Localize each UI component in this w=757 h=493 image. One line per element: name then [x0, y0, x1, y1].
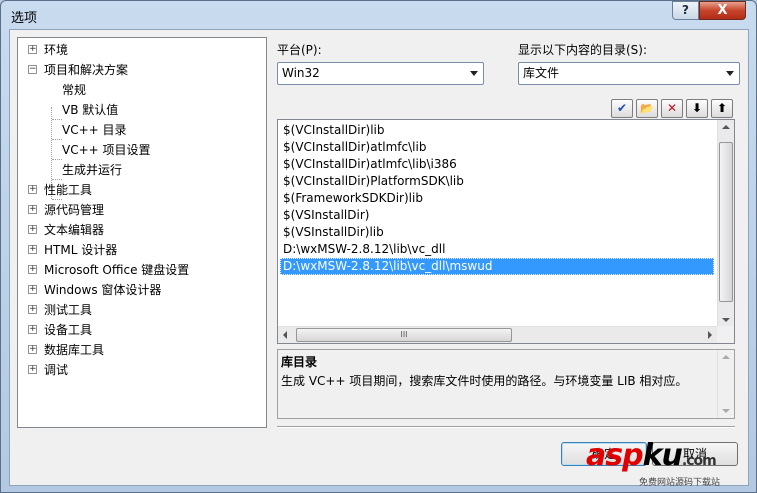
tree-item-label: HTML 设计器	[44, 243, 118, 257]
expand-icon[interactable]: +	[28, 45, 37, 54]
tree-connector	[52, 119, 62, 120]
help-button[interactable]: ?	[672, 1, 699, 20]
collapse-icon[interactable]: −	[28, 65, 37, 74]
tree-item-label: VC++ 目录	[62, 123, 127, 137]
scroll-up-icon[interactable]	[722, 355, 730, 359]
watermark-suffix: .com	[681, 453, 717, 469]
watermark-subtitle: 免费网站源码下载站	[639, 478, 721, 488]
move-down-button[interactable]: ⬇	[686, 99, 708, 118]
list-item[interactable]: D:\wxMSW-2.8.12\lib\vc_dll	[280, 241, 714, 258]
tree-item-label: 项目和解决方案	[44, 63, 129, 77]
list-vertical-scrollbar[interactable]	[717, 120, 734, 327]
scroll-thumb[interactable]: III	[296, 328, 512, 342]
dropdown-arrow-icon	[470, 71, 478, 76]
scroll-left-icon[interactable]	[283, 331, 287, 339]
scroll-thumb[interactable]	[719, 142, 733, 302]
expand-icon[interactable]: +	[28, 185, 37, 194]
description-panel: 库目录 生成 VC++ 项目期间，搜索库文件时使用的路径。与环境变量 LIB 相…	[277, 349, 735, 419]
scroll-right-icon[interactable]	[708, 331, 712, 339]
platform-combo[interactable]: Win32	[277, 62, 484, 85]
scroll-down-icon[interactable]	[722, 318, 730, 322]
expand-icon[interactable]: +	[28, 225, 37, 234]
delete-button[interactable]: ✕	[661, 99, 683, 118]
directories-combo[interactable]: 库文件	[518, 62, 740, 85]
list-item[interactable]: $(VCInstallDir)atlmfc\lib\i386	[280, 156, 714, 173]
folder-icon: 📂	[640, 102, 654, 115]
expand-icon[interactable]: +	[28, 245, 37, 254]
tree-connector	[52, 159, 62, 160]
list-item[interactable]: $(VCInstallDir)lib	[280, 122, 714, 139]
options-dialog: 选项 ? X + 环境 − 项目和解决方案 常规 VB 默认值 VC++ 目录 …	[0, 0, 757, 493]
arrow-down-icon: ⬇	[691, 101, 703, 115]
list-item[interactable]: $(VSInstallDir)	[280, 207, 714, 224]
tree-item-label: 数据库工具	[44, 343, 105, 357]
tree-item-label: 源代码管理	[44, 203, 105, 217]
divider	[277, 426, 735, 428]
scroll-up-icon[interactable]	[722, 125, 730, 129]
expand-icon[interactable]: +	[28, 285, 37, 294]
browse-folder-button[interactable]: 📂	[636, 99, 658, 118]
tree-item-label: 性能工具	[44, 183, 93, 197]
list-item-selected[interactable]: D:\wxMSW-2.8.12\lib\vc_dll\mswud	[280, 258, 714, 275]
tree-item-label: 生成并运行	[62, 163, 123, 177]
tree-connector	[52, 139, 62, 140]
dropdown-arrow-icon	[726, 71, 734, 76]
new-line-button[interactable]: ✔	[611, 99, 633, 118]
arrow-up-icon: ⬆	[716, 101, 728, 115]
platform-value: Win32	[282, 66, 320, 80]
close-button[interactable]: X	[699, 1, 746, 20]
list-item[interactable]: $(VSInstallDir)lib	[280, 224, 714, 241]
expand-icon[interactable]: +	[28, 325, 37, 334]
list-item[interactable]: $(VCInstallDir)atlmfc\lib	[280, 139, 714, 156]
tree-item-label: VC++ 项目设置	[62, 143, 151, 157]
tree-item-label: VB 默认值	[62, 103, 119, 117]
options-tree[interactable]: + 环境 − 项目和解决方案 常规 VB 默认值 VC++ 目录 VC++ 项目…	[17, 37, 267, 428]
description-text: 生成 VC++ 项目期间，搜索库文件时使用的路径。与环境变量 LIB 相对应。	[281, 374, 688, 388]
tree-item-label: Microsoft Office 键盘设置	[44, 263, 190, 277]
tree-item-label: 调试	[44, 363, 69, 377]
watermark-logo: aspku.com	[586, 438, 717, 473]
description-scrollbar[interactable]	[717, 350, 734, 418]
watermark-red: asp	[586, 438, 644, 473]
directories-value: 库文件	[523, 66, 560, 80]
tree-item-label: 测试工具	[44, 303, 93, 317]
platform-label: 平台(P):	[277, 43, 322, 57]
tree-item-label: 环境	[44, 43, 69, 57]
expand-icon[interactable]: +	[28, 305, 37, 314]
title-bar[interactable]: 选项 ? X	[1, 1, 756, 29]
list-item[interactable]: $(FrameworkSDKDir)lib	[280, 190, 714, 207]
tree-item-label: 文本编辑器	[44, 223, 105, 237]
move-up-button[interactable]: ⬆	[711, 99, 733, 118]
tree-item-label: 常规	[62, 83, 87, 97]
scrollbar-corner	[717, 326, 734, 343]
list-item[interactable]: $(VCInstallDir)PlatformSDK\lib	[280, 173, 714, 190]
tree-item-label: Windows 窗体设计器	[44, 283, 162, 297]
expand-icon[interactable]: +	[28, 205, 37, 214]
tree-item-label: 设备工具	[44, 323, 93, 337]
delete-icon: ✕	[666, 101, 678, 115]
list-horizontal-scrollbar[interactable]: III	[278, 326, 717, 343]
expand-icon[interactable]: +	[28, 265, 37, 274]
watermark-black: ku	[642, 438, 683, 473]
checkmark-icon: ✔	[616, 101, 628, 115]
expand-icon[interactable]: +	[28, 365, 37, 374]
directories-label: 显示以下内容的目录(S):	[518, 43, 648, 57]
scroll-down-icon[interactable]	[722, 409, 730, 413]
window-title: 选项	[11, 11, 38, 26]
dialog-client-area: + 环境 − 项目和解决方案 常规 VB 默认值 VC++ 目录 VC++ 项目…	[9, 29, 749, 486]
directory-list[interactable]: $(VCInstallDir)lib $(VCInstallDir)atlmfc…	[277, 119, 735, 344]
expand-icon[interactable]: +	[28, 345, 37, 354]
description-title: 库目录	[281, 355, 318, 369]
